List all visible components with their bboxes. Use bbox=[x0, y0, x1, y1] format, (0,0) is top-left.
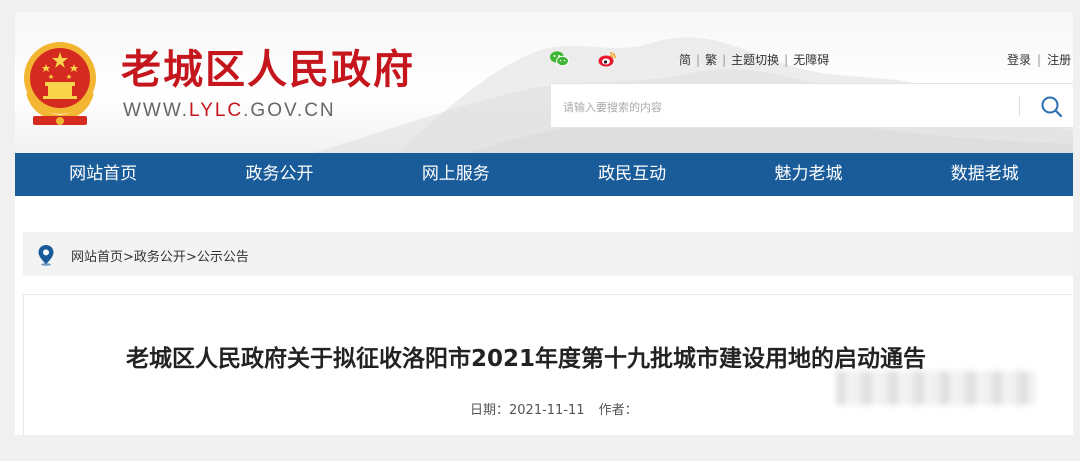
breadcrumb-separator: > bbox=[185, 250, 197, 265]
nav-item-online-services[interactable]: 网上服务 bbox=[368, 153, 544, 196]
nav-item-charm-laocheng[interactable]: 魅力老城 bbox=[720, 153, 896, 196]
article-title: 老城区人民政府关于拟征收洛阳市2021年度第十九批城市建设用地的启动通告 bbox=[125, 346, 926, 372]
nav-item-interaction[interactable]: 政民互动 bbox=[544, 153, 720, 196]
breadcrumb-government-affairs[interactable]: 政务公开 bbox=[134, 250, 186, 265]
article-panel: 老城区人民政府关于拟征收洛阳市2021年度第十九批城市建设用地的启动通告 日期：… bbox=[23, 294, 1073, 435]
blurred-watermark bbox=[836, 371, 1036, 405]
traditional-chinese-link[interactable]: 繁 bbox=[705, 53, 717, 67]
register-link[interactable]: 注册 bbox=[1047, 53, 1071, 67]
search-input[interactable] bbox=[561, 94, 1005, 120]
search-box bbox=[550, 83, 1073, 128]
wechat-icon[interactable] bbox=[549, 50, 569, 68]
breadcrumb-home[interactable]: 网站首页 bbox=[71, 250, 123, 265]
login-link[interactable]: 登录 bbox=[1007, 53, 1031, 67]
main-nav: 网站首页 政务公开 网上服务 政民互动 魅力老城 数据老城 bbox=[15, 153, 1073, 196]
article-meta: 日期：2021-11-11 作者： bbox=[470, 399, 638, 418]
site-title[interactable]: 老城区人民政府 bbox=[121, 48, 415, 92]
utility-links: 简 | 繁 | 主题切换 | 无障碍 bbox=[679, 53, 830, 67]
article-date: 2021-11-11 bbox=[509, 403, 585, 418]
breadcrumb-separator: > bbox=[123, 250, 134, 265]
domain-prefix: WWW. bbox=[123, 100, 190, 121]
location-pin-icon bbox=[38, 245, 54, 266]
domain-suffix: .GOV.CN bbox=[243, 100, 336, 121]
site-header: 老城区人民政府 WWW.LYLC.GOV.CN 简 | 繁 | 主题切换 | 无障碍 登录 |… bbox=[15, 12, 1073, 153]
search-icon[interactable] bbox=[1039, 94, 1065, 120]
nav-item-government-affairs[interactable]: 政务公开 bbox=[191, 153, 367, 196]
site-domain: WWW.LYLC.GOV.CN bbox=[123, 100, 336, 122]
national-emblem-icon bbox=[24, 42, 96, 125]
theme-switch-link[interactable]: 主题切换 bbox=[731, 53, 779, 67]
author-label: 作者： bbox=[598, 403, 638, 418]
accessibility-link[interactable]: 无障碍 bbox=[793, 53, 829, 67]
date-label: 日期： bbox=[470, 403, 510, 418]
breadcrumb-trail: 网站首页>政务公开>公示公告 bbox=[71, 246, 249, 265]
breadcrumb-announcements[interactable]: 公示公告 bbox=[197, 250, 249, 265]
simplified-chinese-link[interactable]: 简 bbox=[679, 53, 691, 67]
breadcrumb: 网站首页>政务公开>公示公告 bbox=[23, 232, 1073, 276]
login-links: 登录 | 注册 bbox=[1007, 53, 1072, 67]
nav-item-data-laocheng[interactable]: 数据老城 bbox=[897, 153, 1073, 196]
domain-highlight: LYLC bbox=[189, 100, 244, 121]
weibo-icon[interactable] bbox=[597, 50, 617, 68]
nav-item-home[interactable]: 网站首页 bbox=[15, 153, 191, 196]
page: 老城区人民政府 WWW.LYLC.GOV.CN 简 | 繁 | 主题切换 | 无障碍 登录 |… bbox=[15, 12, 1073, 435]
search-divider bbox=[1019, 96, 1020, 116]
